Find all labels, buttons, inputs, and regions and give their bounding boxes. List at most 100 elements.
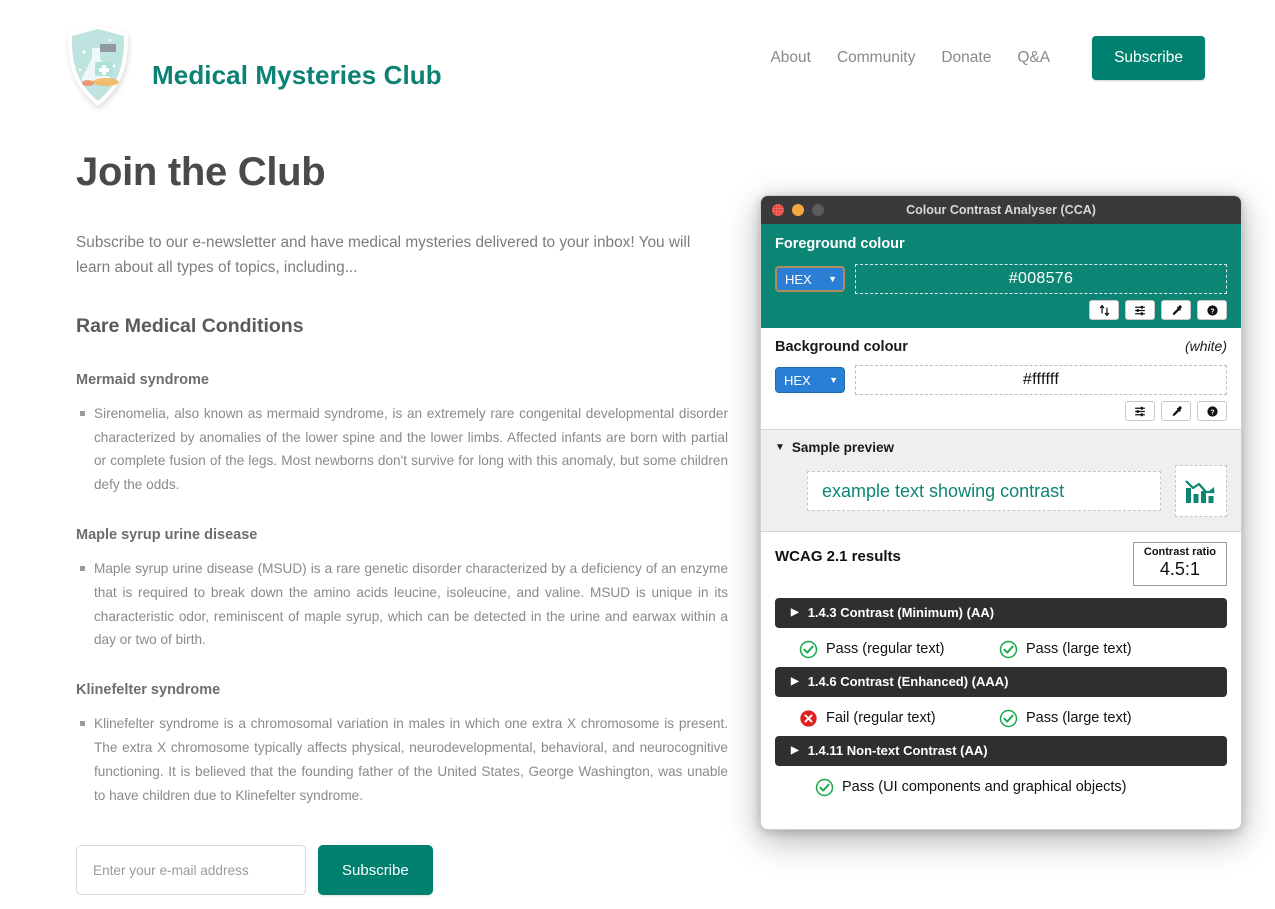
cca-window: Colour Contrast Analyser (CCA) Foregroun… <box>760 195 1242 830</box>
help-icon[interactable]: ? <box>1197 401 1227 421</box>
condition-title-msud: Maple syrup urine disease <box>76 527 258 544</box>
foreground-colour-panel: Foreground colour HEX ▼ #008576 ? <box>761 224 1241 328</box>
criterion-143-results: Pass (regular text) Pass (large text) <box>775 634 1227 667</box>
declining-bar-chart-icon <box>1185 480 1215 503</box>
section-title: Rare Medical Conditions <box>76 314 304 337</box>
criterion-1411-title: 1.4.11 Non-text Contrast (AA) <box>807 743 988 759</box>
svg-text:?: ? <box>1210 308 1214 315</box>
foreground-label: Foreground colour <box>775 236 905 252</box>
fail-icon <box>800 710 817 727</box>
result-pass-nontext-1411: Pass (UI components and graphical object… <box>775 778 1127 797</box>
triangle-right-icon: ▶ <box>791 606 799 618</box>
condition-title-klinefelter: Klinefelter syndrome <box>76 682 221 699</box>
sample-preview-label: Sample preview <box>791 440 894 455</box>
cca-window-title: Colour Contrast Analyser (CCA) <box>906 203 1096 217</box>
condition-list-klinefelter: Klinefelter syndrome is a chromosomal va… <box>76 712 728 807</box>
wcag-results-heading: WCAG 2.1 results <box>775 548 901 565</box>
sample-preview-graphic <box>1175 465 1227 517</box>
result-pass-large-143: Pass (large text) <box>993 640 1132 659</box>
triangle-right-icon: ▶ <box>791 744 799 756</box>
background-colour-note: (white) <box>1184 338 1227 354</box>
condition-title-mermaid: Mermaid syndrome <box>76 371 209 388</box>
background-colour-panel: Background colour (white) HEX ▼ #ffffff … <box>761 328 1241 430</box>
criterion-146-title: 1.4.6 Contrast (Enhanced) (AAA) <box>807 674 1009 690</box>
criterion-1411-header[interactable]: ▶ 1.4.11 Non-text Contrast (AA) <box>775 735 1227 766</box>
pass-icon <box>799 640 818 659</box>
swap-colours-icon[interactable] <box>1089 300 1119 320</box>
triangle-down-icon: ▼ <box>775 441 785 453</box>
chevron-down-icon: ▼ <box>829 374 838 385</box>
shield-badge-medical-lab-icon <box>68 25 128 106</box>
triangle-right-icon: ▶ <box>791 675 799 687</box>
signup-form: Subscribe <box>76 845 728 896</box>
result-pass-large-146: Pass (large text) <box>993 709 1132 728</box>
nav-link-about[interactable]: About <box>770 49 811 67</box>
foreground-hex-input[interactable]: #008576 <box>855 264 1227 294</box>
nav-link-community[interactable]: Community <box>837 49 915 67</box>
criterion-146-results: Fail (regular text) Pass (large text) <box>775 703 1227 736</box>
contrast-ratio-box: Contrast ratio 4.5:1 <box>1132 542 1227 586</box>
signup-subscribe-button[interactable]: Subscribe <box>318 845 433 896</box>
list-item: Sirenomelia, also known as mermaid syndr… <box>80 402 728 497</box>
result-label: Pass (regular text) <box>826 641 945 658</box>
foreground-tool-row: ? <box>775 300 1227 320</box>
sample-preview-panel: ▼ Sample preview example text showing co… <box>761 430 1241 532</box>
sample-preview-text: example text showing contrast <box>807 471 1161 511</box>
window-minimise-button[interactable] <box>792 204 804 216</box>
pass-icon <box>999 709 1018 728</box>
window-zoom-button[interactable] <box>812 204 824 216</box>
nav-subscribe-button[interactable]: Subscribe <box>1092 36 1205 80</box>
intro-paragraph: Subscribe to our e-newsletter and have m… <box>76 234 691 276</box>
contrast-ratio-value: 4.5:1 <box>1159 559 1200 580</box>
sliders-icon[interactable] <box>1125 401 1155 421</box>
pass-icon <box>815 778 834 797</box>
wcag-results-panel: WCAG 2.1 results Contrast ratio 4.5:1 ▶ … <box>761 532 1241 817</box>
webpage-root: Medical Mysteries Club About Community D… <box>0 0 1275 909</box>
svg-text:?: ? <box>1210 409 1214 416</box>
background-hex-input[interactable]: #ffffff <box>855 365 1227 395</box>
wcag-head: WCAG 2.1 results Contrast ratio 4.5:1 <box>775 542 1227 586</box>
page-title: Join the Club <box>76 150 326 194</box>
condition-list-msud: Maple syrup urine disease (MSUD) is a ra… <box>76 557 728 652</box>
main-nav: About Community Donate Q&A Subscribe <box>770 36 1205 80</box>
sample-preview-row: example text showing contrast <box>775 465 1227 517</box>
list-item: Maple syrup urine disease (MSUD) is a ra… <box>80 557 728 652</box>
foreground-format-select[interactable]: HEX ▼ <box>775 266 845 292</box>
nav-link-qa[interactable]: Q&A <box>1017 49 1050 67</box>
eyedropper-icon[interactable] <box>1161 401 1191 421</box>
sample-preview-disclosure[interactable]: ▼ Sample preview <box>775 440 1227 455</box>
cca-titlebar[interactable]: Colour Contrast Analyser (CCA) <box>761 196 1241 224</box>
criterion-1411-results: Pass (UI components and graphical object… <box>775 772 1227 805</box>
background-head: Background colour (white) <box>775 338 1227 355</box>
nav-link-donate[interactable]: Donate <box>941 49 991 67</box>
foreground-colour-row: HEX ▼ #008576 <box>775 264 1227 294</box>
criterion-143-title: 1.4.3 Contrast (Minimum) (AA) <box>807 605 995 621</box>
list-item: Klinefelter syndrome is a chromosomal va… <box>80 712 728 807</box>
site-header: Medical Mysteries Club About Community D… <box>0 0 1275 125</box>
criterion-143-header[interactable]: ▶ 1.4.3 Contrast (Minimum) (AA) <box>775 597 1227 628</box>
foreground-format-value: HEX <box>785 271 812 287</box>
result-label: Pass (large text) <box>1026 710 1132 727</box>
brand[interactable]: Medical Mysteries Club <box>62 22 442 110</box>
background-label: Background colour <box>775 339 908 355</box>
background-tool-row: ? <box>775 401 1227 421</box>
email-field[interactable] <box>76 845 306 896</box>
chevron-down-icon: ▼ <box>828 273 837 284</box>
result-label: Fail (regular text) <box>826 710 936 727</box>
brand-title: Medical Mysteries Club <box>152 59 442 90</box>
eyedropper-icon[interactable] <box>1161 300 1191 320</box>
result-fail-regular-146: Fail (regular text) <box>775 709 985 728</box>
window-controls <box>761 204 824 216</box>
background-colour-row: HEX ▼ #ffffff <box>775 365 1227 395</box>
result-label: Pass (UI components and graphical object… <box>842 779 1127 796</box>
background-format-value: HEX <box>784 372 811 388</box>
help-icon[interactable]: ? <box>1197 300 1227 320</box>
main-content: Join the Club Subscribe to our e-newslet… <box>76 150 728 909</box>
contrast-ratio-label: Contrast ratio <box>1143 546 1216 558</box>
result-label: Pass (large text) <box>1026 641 1132 658</box>
condition-list-mermaid: Sirenomelia, also known as mermaid syndr… <box>76 402 728 497</box>
sliders-icon[interactable] <box>1125 300 1155 320</box>
window-close-button[interactable] <box>772 204 784 216</box>
background-format-select[interactable]: HEX ▼ <box>775 367 845 393</box>
criterion-146-header[interactable]: ▶ 1.4.6 Contrast (Enhanced) (AAA) <box>775 666 1227 697</box>
